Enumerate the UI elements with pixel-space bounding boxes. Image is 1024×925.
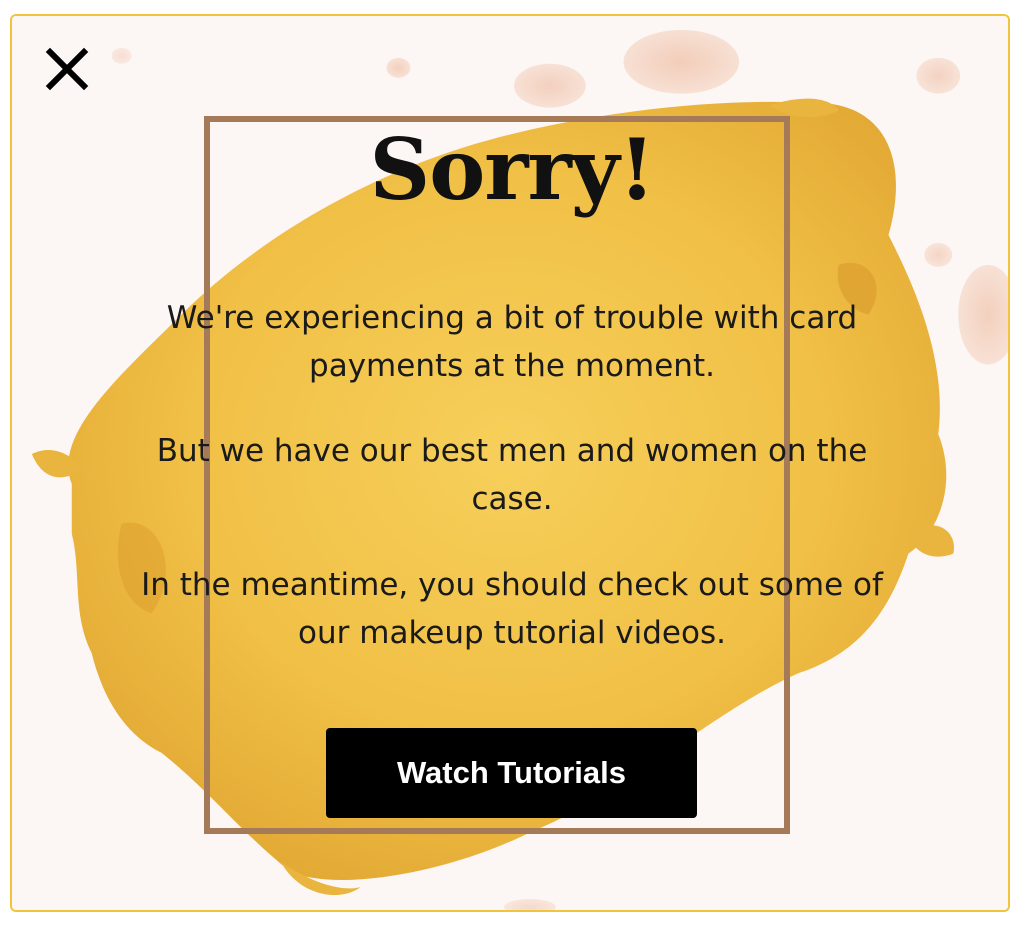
message-payment-trouble: We're experiencing a bit of trouble with… <box>166 300 858 384</box>
close-button[interactable] <box>42 44 92 94</box>
close-icon <box>45 47 89 91</box>
message-check-tutorials: In the meantime, you should check out so… <box>141 567 883 651</box>
sorry-popup: Sorry! We're experiencing a bit of troub… <box>10 14 1010 912</box>
message-team-on-case: But we have our best men and women on th… <box>156 433 868 517</box>
popup-title: Sorry! <box>369 120 656 219</box>
watch-tutorials-button[interactable]: Watch Tutorials <box>326 728 697 818</box>
